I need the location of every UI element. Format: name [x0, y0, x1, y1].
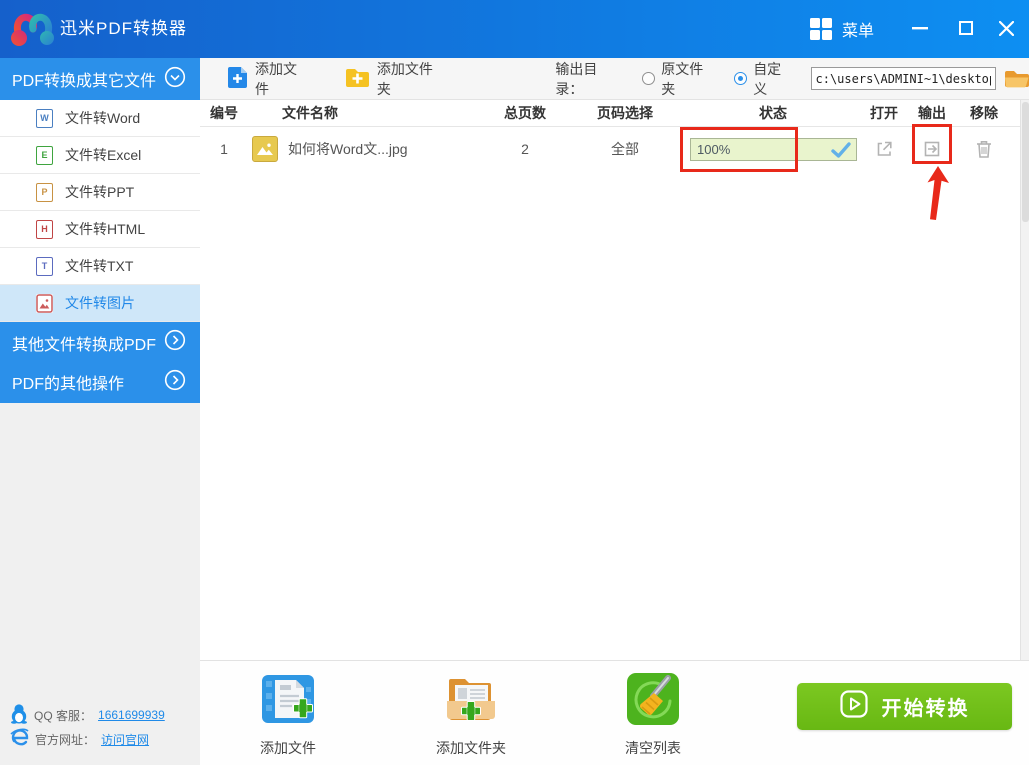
output-path-input[interactable] [810, 67, 996, 90]
maximize-icon [959, 21, 973, 35]
menu-label: 菜单 [842, 23, 875, 40]
add-file-button[interactable]: 添加文件 [228, 59, 310, 99]
add-file-big-icon [260, 675, 316, 731]
toolbar: 添加文件 添加文件夹 输出目录： 原文件夹 自定义 [200, 58, 1029, 100]
ppt-file-icon: P [36, 182, 53, 202]
open-output-button[interactable] [912, 139, 952, 159]
excel-file-icon: E [36, 145, 53, 165]
jpg-thumbnail-icon [252, 136, 278, 162]
clear-list-big-button[interactable]: 清空列表 [593, 671, 713, 758]
qq-icon [10, 703, 28, 727]
col-number: 编号 [210, 105, 238, 121]
app-logo-icon [10, 8, 56, 55]
maximize-button[interactable] [950, 12, 982, 44]
add-file-big-button[interactable]: 添加文件 [228, 671, 348, 758]
txt-file-icon: T [36, 256, 53, 276]
col-status: 状态 [759, 105, 787, 121]
col-remove: 移除 [970, 105, 998, 121]
progress-bar: 100% [690, 138, 857, 161]
row-pages: 2 [521, 141, 529, 157]
open-file-button[interactable] [864, 139, 904, 159]
sidebar-section-pdf-ops[interactable]: PDF的其他操作 [0, 361, 200, 403]
sidebar-section-pdf-to-other[interactable]: PDF转换成其它文件 [0, 58, 200, 100]
table-row: 1 如何将Word文...jpg 2 全部 100% [200, 124, 1020, 172]
row-page-range[interactable]: 全部 [595, 127, 655, 171]
app-title: 迅米PDF转换器 [60, 19, 187, 38]
radio-custom-folder[interactable]: 自定义 [734, 59, 794, 99]
add-folder-big-icon [443, 679, 499, 731]
folder-icon [1005, 71, 1029, 88]
word-file-icon: W [36, 108, 53, 128]
progress-percent: 100% [697, 142, 731, 157]
menu-button[interactable]: 菜单 [810, 14, 874, 44]
add-file-icon [228, 66, 247, 91]
col-open: 打开 [870, 105, 898, 121]
browse-folder-button[interactable] [1004, 69, 1029, 88]
add-folder-icon [345, 68, 369, 90]
row-filename: 如何将Word文...jpg [288, 141, 408, 157]
start-convert-label: 开始转换 [881, 698, 970, 720]
sidebar-items: W 文件转Word E 文件转Excel P 文件转PPT H 文件转HTML … [0, 100, 200, 322]
main-panel: 添加文件 添加文件夹 输出目录： 原文件夹 自定义 c:\users\ADMIN… [200, 58, 1029, 765]
chevron-down-circle-icon [164, 66, 186, 93]
ie-browser-icon [10, 728, 29, 750]
grid-menu-icon [810, 18, 832, 40]
add-folder-big-button[interactable]: 添加文件夹 [411, 671, 531, 758]
check-done-icon [830, 141, 852, 162]
export-arrow-icon [924, 141, 940, 157]
qq-number-link[interactable]: 1661699939 [98, 708, 165, 722]
col-pages: 总页数 [504, 105, 546, 121]
close-button[interactable] [990, 12, 1022, 44]
titlebar: 迅米PDF转换器 菜单 [0, 0, 1029, 58]
vertical-scrollbar[interactable] [1020, 100, 1029, 660]
output-dir-label: 输出目录： [555, 60, 598, 97]
scrollbar-thumb[interactable] [1022, 102, 1029, 222]
official-site-label: 官方网址： [35, 732, 96, 747]
support-info: QQ 客服： 1661699939 官方网址： 访问官网 [10, 703, 200, 751]
row-number: 1 [220, 141, 228, 157]
minimize-button[interactable] [904, 12, 936, 44]
close-icon [998, 20, 1014, 36]
sidebar-section-other-to-pdf[interactable]: 其他文件转换成PDF [0, 322, 200, 364]
remove-file-button[interactable] [964, 139, 1004, 159]
visit-site-link[interactable]: 访问官网 [101, 731, 149, 748]
sidebar-item-ppt[interactable]: P 文件转PPT [0, 174, 200, 211]
annotation-arrow-up [916, 166, 952, 227]
col-filename: 文件名称 [282, 105, 338, 121]
clear-list-big-icon [625, 673, 681, 731]
sidebar-item-image[interactable]: 文件转图片 [0, 285, 200, 322]
table-header: 编号 文件名称 总页数 页码选择 状态 打开 输出 移除 [200, 100, 1020, 127]
radio-selected-icon[interactable] [734, 72, 748, 85]
col-output: 输出 [918, 105, 946, 121]
external-link-icon [877, 141, 892, 156]
app-window: 迅米PDF转换器 菜单 PDF转换成其它文件 W 文件转Word E 文件转Ex… [0, 0, 1029, 765]
chevron-right-circle-icon [164, 329, 186, 356]
radio-original-folder[interactable]: 原文件夹 [642, 59, 716, 99]
start-convert-button[interactable]: 开始转换 [797, 683, 1012, 730]
sidebar-item-word[interactable]: W 文件转Word [0, 100, 200, 137]
radio-unselected-icon[interactable] [642, 72, 656, 85]
minimize-icon [912, 26, 928, 29]
qq-service-label: QQ 客服： [34, 708, 93, 723]
html-file-icon: H [36, 219, 53, 239]
image-file-icon [36, 293, 53, 313]
add-folder-button[interactable]: 添加文件夹 [345, 59, 446, 99]
bottom-action-bar: 添加文件 添加文件夹 清空列表 开始转换 [200, 660, 1029, 765]
sidebar-item-excel[interactable]: E 文件转Excel [0, 137, 200, 174]
chevron-right-circle-icon [164, 369, 186, 396]
sidebar-item-txt[interactable]: T 文件转TXT [0, 248, 200, 285]
sidebar-item-html[interactable]: H 文件转HTML [0, 211, 200, 248]
col-page-range: 页码选择 [597, 105, 653, 121]
trash-icon [977, 141, 991, 158]
sidebar: PDF转换成其它文件 W 文件转Word E 文件转Excel P 文件转PPT… [0, 58, 200, 765]
play-icon [839, 690, 868, 723]
